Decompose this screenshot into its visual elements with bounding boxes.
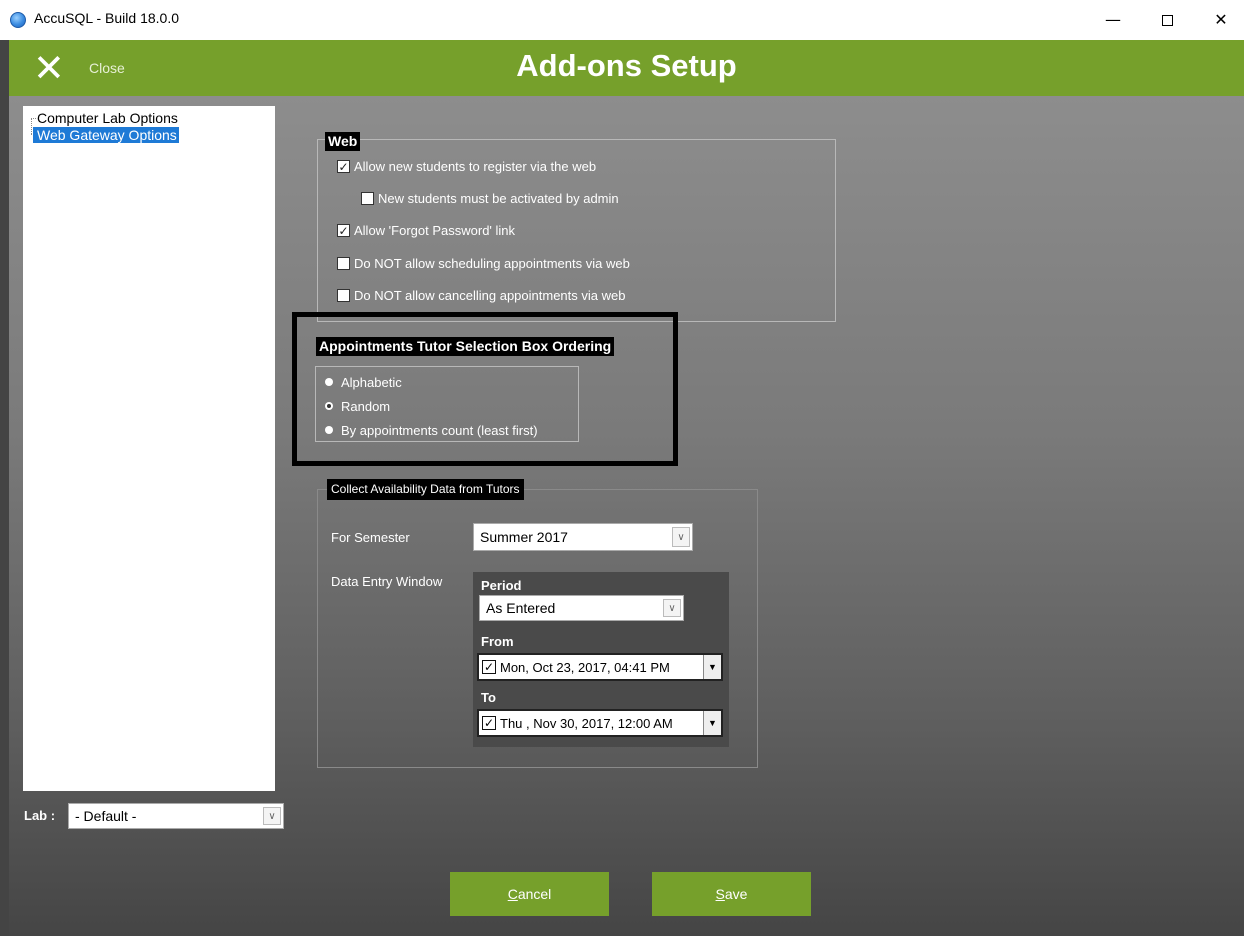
lab-select[interactable]: - Default - ∨ [68,803,284,829]
to-enabled-checkbox[interactable]: ✓ [482,716,496,730]
from-datetime-picker[interactable]: ✓ Mon, Oct 23, 2017, 04:41 PM ▼ [477,653,723,681]
option-no-scheduling[interactable]: Do NOT allow scheduling appointments via… [337,254,630,272]
option-label: By appointments count (least first) [341,422,538,438]
option-label: Do NOT allow cancelling appointments via… [354,287,626,303]
from-label: From [481,634,514,649]
to-label: To [481,690,496,705]
lab-label: Lab : [24,808,56,823]
cancel-label: ancel [517,886,552,902]
chevron-down-icon: ∨ [663,599,681,617]
radio-alphabetic[interactable]: Alphabetic [325,373,402,391]
checkbox[interactable] [337,256,350,270]
save-accelerator: S [715,886,725,902]
chevron-down-icon: ∨ [263,807,281,825]
caret-down-icon[interactable]: ▼ [703,655,721,679]
cancel-accelerator: C [507,886,518,902]
minimize-icon[interactable]: — [1090,4,1136,36]
checkbox[interactable]: ✓ [337,159,350,173]
header-bar: ✕ Close Add-ons Setup [9,40,1244,96]
radio-button[interactable] [325,426,333,434]
window-left-border [0,40,9,936]
caret-down-icon[interactable]: ▼ [703,711,721,735]
save-label: ave [724,886,748,902]
option-activated-by-admin[interactable]: New students must be activated by admin [361,189,619,207]
maximize-icon[interactable] [1144,4,1190,36]
option-label: New students must be activated by admin [378,190,619,206]
radio-random[interactable]: Random [325,397,390,415]
option-no-cancelling[interactable]: Do NOT allow cancelling appointments via… [337,286,625,304]
to-datetime-picker[interactable]: ✓ Thu , Nov 30, 2017, 12:00 AM ▼ [477,709,723,737]
availability-legend: Collect Availability Data from Tutors [327,479,524,500]
to-datetime-value: Thu , Nov 30, 2017, 12:00 AM [500,715,673,731]
main-panel: Computer Lab Options Web Gateway Options… [9,96,1244,936]
cancel-button[interactable]: Cancel [450,872,609,916]
semester-select[interactable]: Summer 2017 ∨ [473,523,693,551]
window-title: AccuSQL - Build 18.0.0 [34,10,180,26]
checkbox[interactable]: ✓ [337,223,350,237]
radio-by-appointments-count[interactable]: By appointments count (least first) [325,421,538,439]
from-enabled-checkbox[interactable]: ✓ [482,660,496,674]
option-label: Do NOT allow scheduling appointments via… [354,255,630,271]
period-label: Period [481,578,522,593]
window-close-icon[interactable]: ✕ [1198,4,1244,36]
checkbox[interactable] [337,288,350,302]
tree-item-computer-lab-options[interactable]: Computer Lab Options [33,110,180,126]
option-label: Random [341,398,391,414]
save-button[interactable]: Save [652,872,811,916]
semester-select-value: Summer 2017 [480,529,568,545]
data-entry-window-label: Data Entry Window [331,574,443,589]
chevron-down-icon: ∨ [672,527,690,547]
options-tree: Computer Lab Options Web Gateway Options [23,106,275,791]
page-title: Add-ons Setup [516,48,737,83]
radio-button[interactable] [325,378,333,386]
tree-connector [31,118,32,134]
from-datetime-value: Mon, Oct 23, 2017, 04:41 PM [500,659,670,675]
tree-item-web-gateway-options[interactable]: Web Gateway Options [33,127,179,143]
app-icon [10,12,26,28]
lab-select-value: - Default - [75,808,137,824]
period-select[interactable]: As Entered ∨ [479,595,684,621]
option-forgot-password[interactable]: ✓ Allow 'Forgot Password' link [337,221,515,239]
option-label: Allow new students to register via the w… [354,158,597,174]
checkbox[interactable] [361,191,374,205]
option-label: Alphabetic [341,374,402,390]
option-label: Allow 'Forgot Password' link [354,222,516,238]
window-title-bar: AccuSQL - Build 18.0.0 — ✕ [0,0,1244,40]
radio-button[interactable] [325,402,333,410]
web-legend: Web [325,132,361,151]
period-select-value: As Entered [486,600,556,616]
semester-label: For Semester [331,530,410,545]
option-allow-register[interactable]: ✓ Allow new students to register via the… [337,157,596,175]
ordering-legend: Appointments Tutor Selection Box Orderin… [316,337,615,356]
